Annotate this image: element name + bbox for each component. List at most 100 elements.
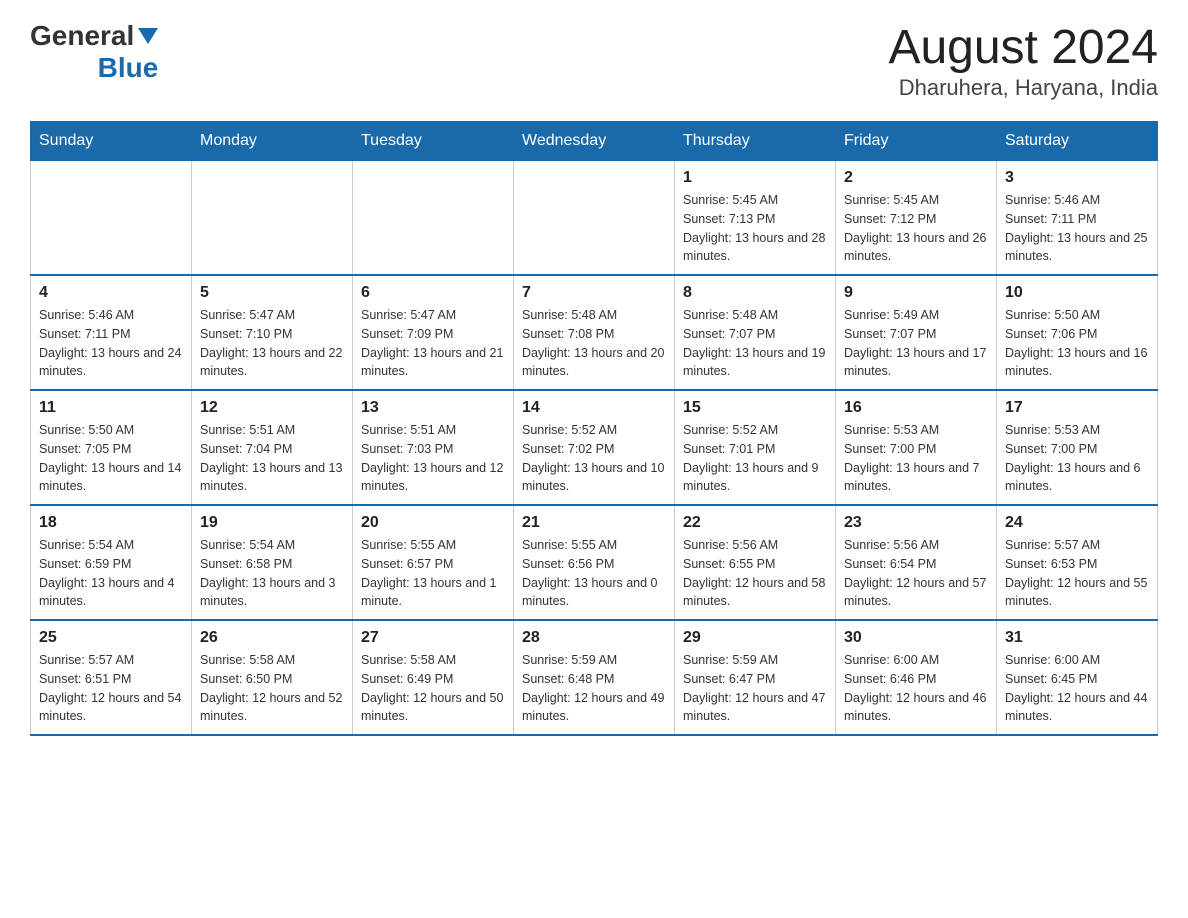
- day-info: Sunrise: 5:52 AMSunset: 7:02 PMDaylight:…: [522, 421, 666, 496]
- calendar-week-row: 18 Sunrise: 5:54 AMSunset: 6:59 PMDayligh…: [31, 505, 1158, 620]
- day-number: 7: [522, 284, 666, 302]
- day-info: Sunrise: 5:47 AMSunset: 7:09 PMDaylight:…: [361, 306, 505, 381]
- calendar-cell: 25 Sunrise: 5:57 AMSunset: 6:51 PMDayligh…: [31, 620, 192, 735]
- day-number: 8: [683, 284, 827, 302]
- calendar-cell: 24 Sunrise: 5:57 AMSunset: 6:53 PMDayligh…: [997, 505, 1158, 620]
- day-info: Sunrise: 5:48 AMSunset: 7:08 PMDaylight:…: [522, 306, 666, 381]
- day-number: 17: [1005, 399, 1149, 417]
- day-number: 4: [39, 284, 183, 302]
- weekday-header: Thursday: [675, 122, 836, 161]
- calendar-cell: 27 Sunrise: 5:58 AMSunset: 6:49 PMDayligh…: [353, 620, 514, 735]
- logo-blue-text: Blue: [98, 52, 159, 84]
- day-number: 9: [844, 284, 988, 302]
- weekday-header: Sunday: [31, 122, 192, 161]
- calendar-cell: [514, 161, 675, 276]
- day-info: Sunrise: 5:46 AMSunset: 7:11 PMDaylight:…: [39, 306, 183, 381]
- calendar-cell: 18 Sunrise: 5:54 AMSunset: 6:59 PMDayligh…: [31, 505, 192, 620]
- day-number: 23: [844, 514, 988, 532]
- day-number: 10: [1005, 284, 1149, 302]
- calendar-week-row: 4 Sunrise: 5:46 AMSunset: 7:11 PMDaylight…: [31, 275, 1158, 390]
- day-number: 28: [522, 629, 666, 647]
- calendar-cell: 30Sunrise: 6:00 AMSunset: 6:46 PMDayligh…: [836, 620, 997, 735]
- weekday-header: Friday: [836, 122, 997, 161]
- weekday-header: Tuesday: [353, 122, 514, 161]
- day-number: 29: [683, 629, 827, 647]
- day-number: 22: [683, 514, 827, 532]
- day-info: Sunrise: 5:52 AMSunset: 7:01 PMDaylight:…: [683, 421, 827, 496]
- calendar-cell: 23Sunrise: 5:56 AMSunset: 6:54 PMDayligh…: [836, 505, 997, 620]
- day-info: Sunrise: 5:55 AMSunset: 6:56 PMDaylight:…: [522, 536, 666, 611]
- day-info: Sunrise: 5:51 AMSunset: 7:04 PMDaylight:…: [200, 421, 344, 496]
- calendar-title-block: August 2024 Dharuhera, Haryana, India: [888, 20, 1158, 101]
- day-info: Sunrise: 5:45 AMSunset: 7:12 PMDaylight:…: [844, 191, 988, 266]
- day-info: Sunrise: 5:58 AMSunset: 6:50 PMDaylight:…: [200, 651, 344, 726]
- calendar-cell: 19 Sunrise: 5:54 AMSunset: 6:58 PMDayligh…: [192, 505, 353, 620]
- day-info: Sunrise: 5:58 AMSunset: 6:49 PMDaylight:…: [361, 651, 505, 726]
- day-number: 25: [39, 629, 183, 647]
- calendar-title: August 2024: [888, 20, 1158, 75]
- day-number: 11: [39, 399, 183, 417]
- day-number: 21: [522, 514, 666, 532]
- calendar-cell: 20 Sunrise: 5:55 AMSunset: 6:57 PMDayligh…: [353, 505, 514, 620]
- day-number: 19: [200, 514, 344, 532]
- day-number: 13: [361, 399, 505, 417]
- day-info: Sunrise: 5:53 AMSunset: 7:00 PMDaylight:…: [844, 421, 988, 496]
- calendar-week-row: 11 Sunrise: 5:50 AMSunset: 7:05 PMDayligh…: [31, 390, 1158, 505]
- calendar-cell: 13 Sunrise: 5:51 AMSunset: 7:03 PMDayligh…: [353, 390, 514, 505]
- day-info: Sunrise: 5:50 AMSunset: 7:05 PMDaylight:…: [39, 421, 183, 496]
- day-number: 26: [200, 629, 344, 647]
- calendar-cell: 12 Sunrise: 5:51 AMSunset: 7:04 PMDayligh…: [192, 390, 353, 505]
- calendar-cell: [31, 161, 192, 276]
- day-info: Sunrise: 5:57 AMSunset: 6:51 PMDaylight:…: [39, 651, 183, 726]
- calendar-header-row: SundayMondayTuesdayWednesdayThursdayFrid…: [31, 122, 1158, 161]
- calendar-cell: 22 Sunrise: 5:56 AMSunset: 6:55 PMDayligh…: [675, 505, 836, 620]
- day-number: 18: [39, 514, 183, 532]
- logo-general-text: General: [30, 20, 134, 52]
- day-number: 24: [1005, 514, 1149, 532]
- calendar-cell: 14Sunrise: 5:52 AMSunset: 7:02 PMDayligh…: [514, 390, 675, 505]
- calendar-cell: 29 Sunrise: 5:59 AMSunset: 6:47 PMDayligh…: [675, 620, 836, 735]
- calendar-table: SundayMondayTuesdayWednesdayThursdayFrid…: [30, 121, 1158, 736]
- calendar-subtitle: Dharuhera, Haryana, India: [888, 75, 1158, 101]
- day-info: Sunrise: 5:51 AMSunset: 7:03 PMDaylight:…: [361, 421, 505, 496]
- weekday-header: Monday: [192, 122, 353, 161]
- day-number: 15: [683, 399, 827, 417]
- day-info: Sunrise: 5:48 AMSunset: 7:07 PMDaylight:…: [683, 306, 827, 381]
- day-info: Sunrise: 5:56 AMSunset: 6:55 PMDaylight:…: [683, 536, 827, 611]
- day-number: 31: [1005, 629, 1149, 647]
- calendar-cell: [192, 161, 353, 276]
- logo: General Blue: [30, 20, 158, 84]
- calendar-cell: 11 Sunrise: 5:50 AMSunset: 7:05 PMDayligh…: [31, 390, 192, 505]
- calendar-cell: 31 Sunrise: 6:00 AMSunset: 6:45 PMDayligh…: [997, 620, 1158, 735]
- day-number: 27: [361, 629, 505, 647]
- day-number: 16: [844, 399, 988, 417]
- calendar-cell: 21 Sunrise: 5:55 AMSunset: 6:56 PMDayligh…: [514, 505, 675, 620]
- calendar-cell: 7 Sunrise: 5:48 AMSunset: 7:08 PMDaylight…: [514, 275, 675, 390]
- day-number: 2: [844, 169, 988, 187]
- day-info: Sunrise: 6:00 AMSunset: 6:45 PMDaylight:…: [1005, 651, 1149, 726]
- day-info: Sunrise: 5:47 AMSunset: 7:10 PMDaylight:…: [200, 306, 344, 381]
- calendar-week-row: 1Sunrise: 5:45 AMSunset: 7:13 PMDaylight…: [31, 161, 1158, 276]
- calendar-cell: [353, 161, 514, 276]
- day-info: Sunrise: 5:53 AMSunset: 7:00 PMDaylight:…: [1005, 421, 1149, 496]
- day-info: Sunrise: 5:45 AMSunset: 7:13 PMDaylight:…: [683, 191, 827, 266]
- day-number: 20: [361, 514, 505, 532]
- day-number: 6: [361, 284, 505, 302]
- day-info: Sunrise: 5:49 AMSunset: 7:07 PMDaylight:…: [844, 306, 988, 381]
- day-info: Sunrise: 5:57 AMSunset: 6:53 PMDaylight:…: [1005, 536, 1149, 611]
- calendar-cell: 5 Sunrise: 5:47 AMSunset: 7:10 PMDaylight…: [192, 275, 353, 390]
- day-info: Sunrise: 5:55 AMSunset: 6:57 PMDaylight:…: [361, 536, 505, 611]
- day-number: 3: [1005, 169, 1149, 187]
- day-info: Sunrise: 5:54 AMSunset: 6:58 PMDaylight:…: [200, 536, 344, 611]
- calendar-cell: 4 Sunrise: 5:46 AMSunset: 7:11 PMDaylight…: [31, 275, 192, 390]
- calendar-cell: 17 Sunrise: 5:53 AMSunset: 7:00 PMDayligh…: [997, 390, 1158, 505]
- calendar-cell: 2 Sunrise: 5:45 AMSunset: 7:12 PMDaylight…: [836, 161, 997, 276]
- day-info: Sunrise: 5:59 AMSunset: 6:48 PMDaylight:…: [522, 651, 666, 726]
- calendar-cell: 16 Sunrise: 5:53 AMSunset: 7:00 PMDayligh…: [836, 390, 997, 505]
- calendar-cell: 9 Sunrise: 5:49 AMSunset: 7:07 PMDaylight…: [836, 275, 997, 390]
- day-info: Sunrise: 5:59 AMSunset: 6:47 PMDaylight:…: [683, 651, 827, 726]
- day-number: 12: [200, 399, 344, 417]
- day-info: Sunrise: 5:50 AMSunset: 7:06 PMDaylight:…: [1005, 306, 1149, 381]
- day-number: 5: [200, 284, 344, 302]
- day-info: Sunrise: 5:54 AMSunset: 6:59 PMDaylight:…: [39, 536, 183, 611]
